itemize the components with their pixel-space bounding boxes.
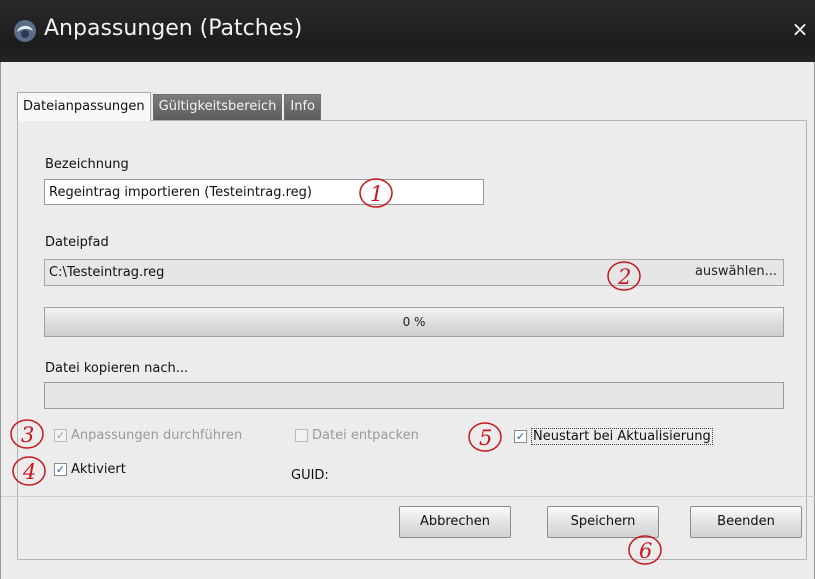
tab-info[interactable]: Info (284, 94, 321, 120)
app-logo-icon (12, 18, 38, 44)
abbrechen-button[interactable]: Abbrechen (399, 506, 511, 538)
dateipfad-field[interactable]: C:\Testeintrag.reg auswählen... (44, 259, 784, 286)
guid-label: GUID: (291, 468, 329, 483)
neustart-checkbox-label[interactable]: Neustart bei Aktualisierung (531, 428, 713, 445)
dateipfad-value: C:\Testeintrag.reg (49, 265, 165, 280)
entpacken-checkbox: Datei entpacken (295, 428, 419, 443)
aktiviert-checkbox-box[interactable]: ✓ (54, 463, 67, 476)
tab-dateianpassungen[interactable]: Dateianpassungen (17, 92, 151, 121)
tab-strip: Dateianpassungen Gültigkeitsbereich Info (17, 92, 323, 121)
close-icon[interactable]: × (791, 19, 809, 39)
dateipfad-label: Dateipfad (45, 235, 109, 250)
auswaehlen-button[interactable]: auswählen... (695, 264, 777, 279)
anpassungen-checkbox-label: Anpassungen durchführen (71, 428, 243, 443)
tab-panel: Bezeichnung Dateipfad C:\Testeintrag.reg… (17, 120, 807, 560)
progress-text: 0 % (402, 315, 426, 329)
aktiviert-checkbox[interactable]: ✓ Aktiviert (54, 462, 126, 477)
window-title: Anpassungen (Patches) (44, 16, 303, 41)
neustart-checkbox[interactable]: ✓ Neustart bei Aktualisierung (514, 428, 713, 445)
beenden-button[interactable]: Beenden (690, 506, 802, 538)
title-bar: Anpassungen (Patches) × (0, 0, 815, 62)
speichern-button[interactable]: Speichern (547, 506, 659, 538)
anpassungen-checkbox-box: ✓ (54, 429, 67, 442)
anpassungen-checkbox: ✓ Anpassungen durchführen (54, 428, 242, 443)
bezeichnung-input[interactable] (44, 179, 484, 205)
progress-bar: 0 % (44, 307, 784, 337)
kopieren-input[interactable] (44, 382, 784, 409)
kopieren-label: Datei kopieren nach... (45, 361, 189, 376)
footer-divider (1, 496, 815, 497)
entpacken-checkbox-box (295, 429, 308, 442)
neustart-checkbox-box[interactable]: ✓ (514, 430, 527, 443)
bezeichnung-label: Bezeichnung (45, 157, 129, 172)
aktiviert-checkbox-label[interactable]: Aktiviert (71, 462, 126, 477)
tab-gueltigkeitsbereich[interactable]: Gültigkeitsbereich (152, 94, 283, 120)
entpacken-checkbox-label: Datei entpacken (312, 428, 419, 443)
dialog-body: Dateianpassungen Gültigkeitsbereich Info… (0, 62, 815, 579)
